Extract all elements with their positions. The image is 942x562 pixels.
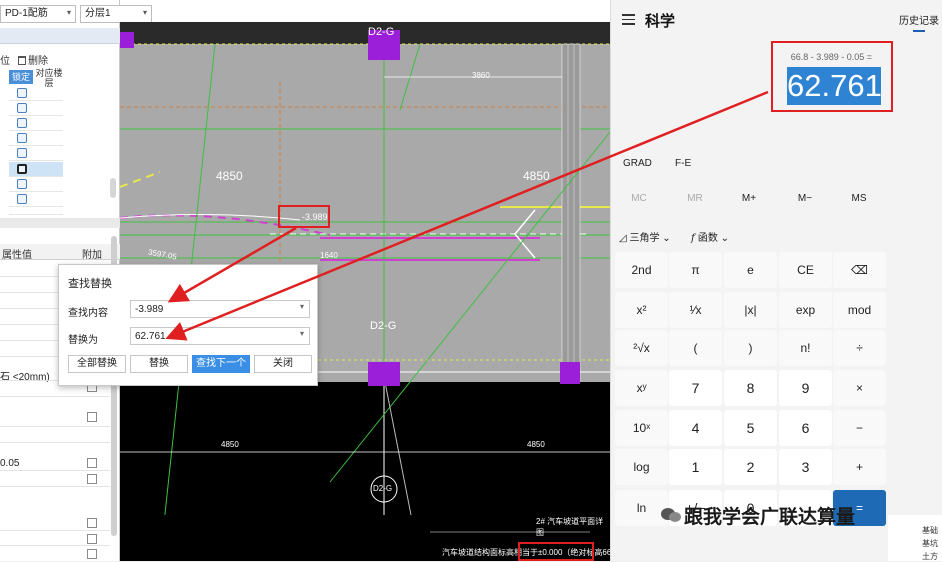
- side-list: 基础 基坑 土方: [888, 515, 942, 561]
- watermark: 跟我学会广联达算量: [684, 507, 856, 528]
- wechat-icon: [660, 506, 682, 527]
- annotation-arrows: [165, 90, 769, 341]
